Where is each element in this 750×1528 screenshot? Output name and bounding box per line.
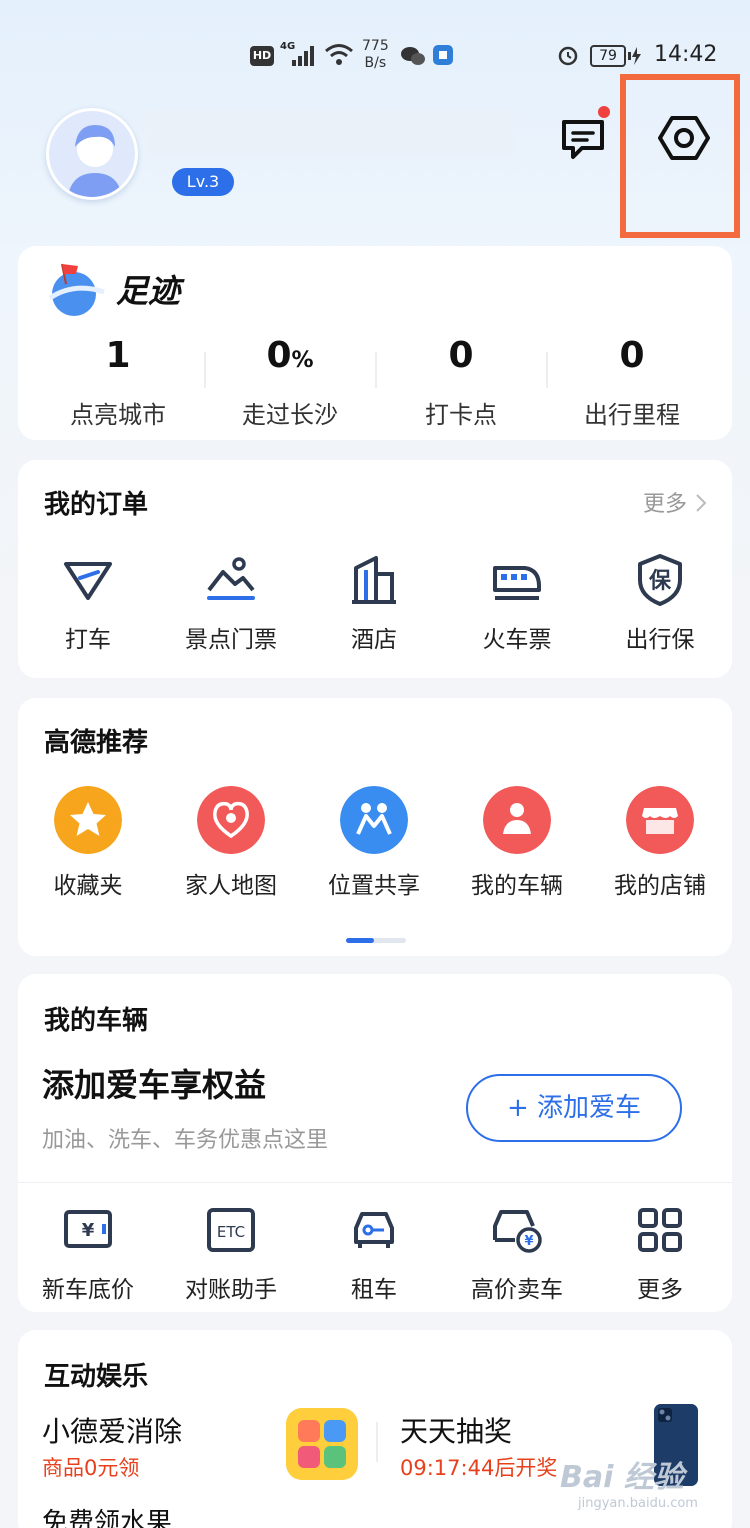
etc-icon: ETC: [207, 1208, 255, 1252]
avatar[interactable]: [46, 108, 138, 200]
stat-lit-cities[interactable]: 1 点亮城市: [32, 334, 204, 430]
pager-active-indicator: [346, 938, 374, 943]
lottery-title: 天天抽奖: [400, 1415, 513, 1448]
vehicle-new-car-price[interactable]: ¥ 新车底价: [18, 1202, 158, 1304]
hd-badge: HD: [250, 46, 274, 66]
svg-text:ETC: ETC: [217, 1223, 245, 1241]
order-insurance[interactable]: 保 出行保: [590, 552, 730, 654]
footprint-title: 足迹: [116, 272, 181, 310]
order-hotel[interactable]: 酒店: [304, 552, 444, 654]
signal-icon: [292, 46, 314, 66]
orders-title: 我的订单: [44, 490, 149, 520]
order-taxi[interactable]: 打车: [18, 552, 158, 654]
svg-text:¥: ¥: [524, 1234, 533, 1249]
wechat-icon: [401, 47, 425, 65]
family-map-icon: [197, 786, 265, 854]
vehicle-headline: 添加爱车享权益: [42, 1066, 267, 1104]
default-avatar-icon: [49, 111, 135, 197]
stat-mileage[interactable]: 0 出行里程: [546, 334, 718, 430]
vehicle-car-rental[interactable]: 租车: [304, 1202, 444, 1304]
recommend-card: 高德推荐 收藏夹 家人地图 位置共享 我的车辆 我的店铺: [18, 698, 732, 956]
vehicle-subtitle: 加油、洗车、车务优惠点这里: [42, 1128, 329, 1153]
divider: [376, 1422, 378, 1462]
divider: [18, 1182, 732, 1183]
recommend-my-shop[interactable]: 我的店铺: [590, 786, 730, 900]
my-shop-icon: [626, 786, 694, 854]
new-car-price-icon: ¥: [64, 1210, 112, 1248]
clock: 14:42: [654, 42, 718, 67]
svg-text:保: 保: [648, 569, 672, 594]
stat-checkins[interactable]: 0 打卡点: [375, 334, 547, 430]
app-notification-icon: [433, 45, 453, 65]
car-rental-icon: [354, 1212, 394, 1248]
settings-highlight-box: [620, 74, 740, 238]
game-app-icon: [286, 1408, 358, 1480]
svg-text:¥: ¥: [82, 1220, 95, 1241]
recommend-pager: [346, 938, 406, 943]
net-speed: 775 B/s: [362, 38, 389, 71]
vehicle-etc-assistant[interactable]: ETC 对账助手: [161, 1202, 301, 1304]
scenic-ticket-icon: [207, 557, 255, 600]
taxi-icon: [64, 562, 112, 600]
next-game-title[interactable]: 免费领水果: [42, 1502, 172, 1528]
hotel-icon: [352, 556, 396, 604]
charging-icon: [628, 47, 641, 65]
vehicle-card: 我的车辆 添加爱车享权益 加油、洗车、车务优惠点这里 + 添加爱车 ¥ 新车底价…: [18, 974, 732, 1312]
username-redacted: [146, 110, 514, 154]
level-badge[interactable]: Lv.3: [172, 168, 234, 196]
vehicle-sell-car[interactable]: ¥ 高价卖车: [447, 1202, 587, 1304]
add-car-button[interactable]: + 添加爱车: [466, 1074, 682, 1142]
star-icon: [54, 786, 122, 854]
recommend-family-map[interactable]: 家人地图: [161, 786, 301, 900]
game-promo: 商品0元领: [42, 1456, 140, 1480]
stat-changsha[interactable]: 0% 走过长沙: [204, 334, 376, 430]
sell-car-icon: ¥: [493, 1210, 542, 1253]
vehicle-more[interactable]: 更多: [590, 1202, 730, 1304]
recommend-my-vehicle[interactable]: 我的车辆: [447, 786, 587, 900]
order-scenic-ticket[interactable]: 景点门票: [161, 552, 301, 654]
recommend-favorites[interactable]: 收藏夹: [18, 786, 158, 900]
recommend-location-share[interactable]: 位置共享: [304, 786, 444, 900]
entertainment-title: 互动娱乐: [44, 1362, 149, 1392]
footprint-card[interactable]: 足迹 1 点亮城市 0% 走过长沙 0 打卡点 0 出行里程: [18, 246, 732, 440]
baidu-jingyan-watermark: Bai 经验 jingyan.baidu.com: [560, 1460, 698, 1511]
footprint-logo-icon: [48, 263, 105, 316]
game-title: 小德爱消除: [42, 1415, 183, 1448]
order-train[interactable]: 火车票: [447, 552, 587, 654]
location-share-icon: [340, 786, 408, 854]
wifi-icon: [325, 44, 353, 65]
orders-more-link[interactable]: 更多: [643, 486, 708, 518]
lottery-countdown: 09:17:44后开奖: [400, 1456, 558, 1480]
vehicle-title: 我的车辆: [44, 1006, 149, 1036]
battery-indicator: 79: [590, 45, 626, 67]
more-grid-icon: [638, 1208, 682, 1252]
insurance-icon: 保: [638, 554, 682, 606]
recommend-title: 高德推荐: [44, 728, 149, 758]
chevron-right-icon: [696, 494, 707, 512]
train-icon: [493, 566, 541, 600]
alarm-icon: [558, 46, 578, 66]
message-icon[interactable]: [558, 114, 608, 164]
my-vehicle-icon: [483, 786, 551, 854]
unread-dot: [598, 106, 610, 118]
orders-card: 我的订单 更多 打车 景点门票 酒店 火车票 保 出行保: [18, 460, 732, 678]
